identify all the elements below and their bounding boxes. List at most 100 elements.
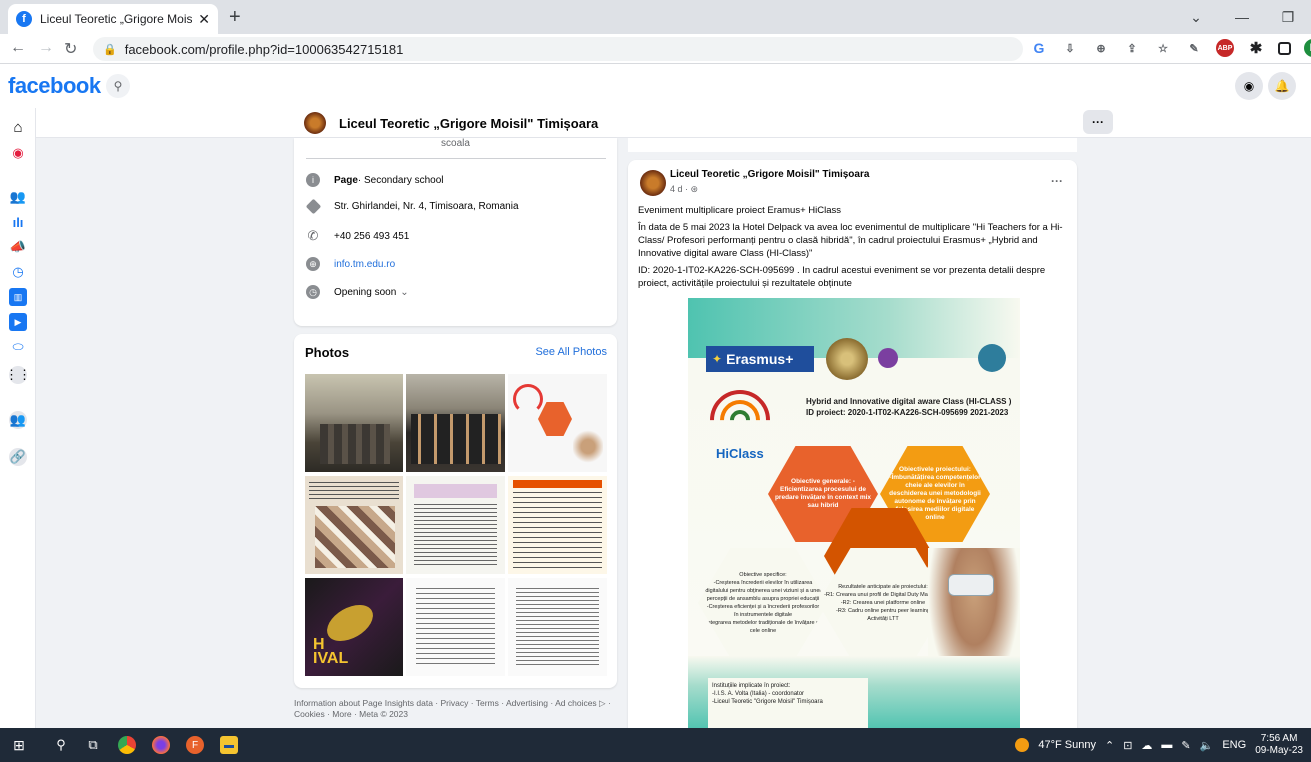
chrome-icon[interactable] [118,736,136,754]
onedrive-icon[interactable]: ☁ [1141,739,1152,752]
star-icon[interactable]: ☆ [1154,39,1172,57]
address-bar[interactable]: 🔒 facebook.com/profile.php?id=1000635427… [93,37,1023,61]
pen-icon[interactable]: ✎ [1185,39,1203,57]
intro-card: scoala i Page · Secondary school Str. Gh… [294,138,617,326]
post-more-button[interactable]: ··· [1051,174,1063,188]
profile-icon[interactable]: F [1304,39,1311,57]
intro-hours-row: ◷ Opening soon ⌄ [306,285,409,299]
app-tray-icon[interactable]: ⊡ [1123,739,1132,752]
photo-thumbnail[interactable] [508,476,607,574]
megaphone-icon[interactable]: 📣 [9,238,27,256]
ads-manager-icon[interactable]: ▥ [9,288,27,306]
groups-icon[interactable]: 👥 [9,411,27,429]
photos-title[interactable]: Photos [305,345,349,360]
system-tray: 47°F Sunny ⌃ ⊡ ☁ ▬ ✎ 🔈 ENG 7:56 AM 09-Ma… [1015,728,1303,762]
close-tab-icon[interactable]: ✕ [198,11,210,28]
photo-thumbnail[interactable]: H IVAL [305,578,403,676]
network-icon[interactable]: ▬ [1161,739,1172,751]
see-all-photos-link[interactable]: See All Photos [535,346,607,358]
erasmus-logo: ✦ Erasmus+ [706,346,814,372]
clock-time: 7:56 AM [1260,733,1298,744]
page-title[interactable]: Liceul Teoretic „Grigore Moisil" Timișoa… [339,116,598,131]
website-link[interactable]: info.tm.edu.ro [334,259,395,270]
post-author-avatar[interactable] [640,170,666,196]
reload-icon[interactable]: ↻ [64,39,77,59]
restore-button[interactable]: ❐ [1265,9,1311,26]
search-icon[interactable]: ⚲ [106,74,130,98]
window-controls: ⌄ — ❐ [1173,0,1311,34]
volume-icon[interactable]: 🔈 [1200,739,1214,752]
bookmark-save-icon[interactable]: ⇩ [1061,39,1079,57]
show-hidden-icons[interactable]: ⌃ [1105,739,1114,752]
firefox-icon[interactable] [152,736,170,754]
page-more-button[interactable]: ··· [1083,110,1113,134]
photo-thumbnail[interactable] [305,374,403,472]
photo-thumbnail[interactable] [406,578,505,676]
partner-logo [978,344,1006,372]
page-header-bar: Liceul Teoretic „Grigore Moisil" Timișoa… [36,108,1311,138]
adblock-icon[interactable]: ABP [1216,39,1234,57]
live-icon[interactable]: ◉ [9,144,27,162]
photo-thumbnail[interactable] [508,374,607,472]
lock-icon[interactable]: 🔒 [103,43,117,56]
insights-icon[interactable]: ılı [9,213,27,231]
google-g-icon[interactable]: G [1030,39,1048,57]
intro-phone-row: ✆ +40 256 493 451 [306,228,410,243]
intro-address-row: Str. Ghirlandei, Nr. 4, Timisoara, Roman… [305,198,519,215]
search-icon[interactable]: ⚲ [52,736,70,754]
post-card: Liceul Teoretic „Grigore Moisil" Timișoa… [628,160,1077,730]
post-text-title: Eveniment multiplicare proiect Eramus+ H… [638,205,842,216]
chrome-profile-icon[interactable]: F [186,736,204,754]
language-indicator[interactable]: ENG [1222,739,1246,751]
minimize-button[interactable]: — [1219,9,1265,25]
globe-icon: ⊕ [306,257,320,271]
post-image[interactable]: ✦ Erasmus+ HiClass Hybrid and Innovative… [688,298,1020,730]
new-tab-button[interactable]: + [229,6,241,29]
gaming-icon[interactable]: ⬭ [9,338,27,356]
task-view-icon[interactable]: ⧉ [84,736,102,754]
poster-institutions: Instituțiile implicate în proiect: -I.I.… [708,678,868,728]
left-shortcut-rail: ⌂ ◉ 👥 ılı 📣 ◷ ▥ ▶ ⬭ ⋮⋮ 👥 🔗 [0,108,36,728]
menu-grid-icon[interactable]: ⋮⋮ [5,366,31,384]
clock[interactable]: 7:56 AM 09-May-23 [1255,733,1303,757]
watch-icon[interactable]: ▶ [9,313,27,331]
partner-logo [878,348,898,368]
photo-thumbnail[interactable] [406,374,505,472]
post-timestamp[interactable]: 4 d · ⊛ [670,184,698,195]
weather-text[interactable]: 47°F Sunny [1038,739,1096,751]
memories-icon[interactable]: ◷ [9,263,27,281]
seal-logo [826,338,868,380]
back-icon[interactable]: ← [10,39,26,57]
file-explorer-icon[interactable]: ▬ [220,736,238,754]
chevron-down-icon[interactable]: ⌄ [400,287,408,298]
post-author-name[interactable]: Liceul Teoretic „Grigore Moisil" Timișoa… [670,169,869,180]
phone-icon: ✆ [307,228,319,243]
notifications-icon[interactable]: 🔔 [1268,72,1296,100]
page-avatar[interactable] [304,112,326,134]
weather-sun-icon[interactable] [1015,738,1030,752]
sidebar-icon[interactable] [1278,41,1291,55]
poster-project-id: ID proiect: 2020-1-IT02-KA226-SCH-095699… [806,408,1009,417]
tab-search-icon[interactable]: ⌄ [1173,9,1219,26]
photo-thumbnail[interactable] [305,476,403,574]
forward-icon[interactable]: → [38,39,54,57]
zoom-icon[interactable]: ⊕ [1092,39,1110,57]
friends-icon[interactable]: 👥 [9,188,27,206]
photo-thumbnail[interactable] [508,578,607,676]
facebook-logo[interactable]: facebook [8,73,101,99]
home-icon[interactable]: ⌂ [9,118,27,136]
windows-start-icon[interactable]: ⊞ [10,736,28,754]
browser-tab[interactable]: f Liceul Teoretic „Grigore Moisil" Ti ✕ [8,4,218,34]
pen-tray-icon[interactable]: ✎ [1181,739,1190,752]
page-footer-links[interactable]: Information about Page Insights data · P… [294,698,619,720]
messenger-icon[interactable]: ◉ [1235,72,1263,100]
photos-card: Photos See All Photos H IVAL [294,334,617,688]
category-value: · Secondary school [357,174,444,186]
share-icon[interactable]: ⇪ [1123,39,1141,57]
link-icon[interactable]: 🔗 [9,448,27,466]
puzzle-icon[interactable]: ✱ [1247,39,1265,57]
photo-thumbnail[interactable] [406,476,505,574]
divider [306,158,606,159]
hours-text[interactable]: Opening soon [334,287,396,298]
clock-icon: ◷ [306,285,320,299]
